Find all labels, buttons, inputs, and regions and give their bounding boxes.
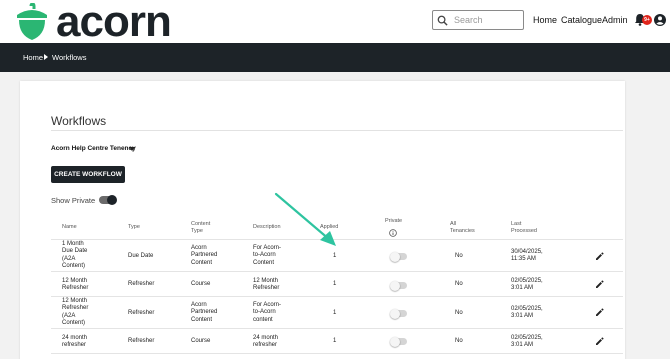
annotation-arrow-icon <box>274 192 336 246</box>
